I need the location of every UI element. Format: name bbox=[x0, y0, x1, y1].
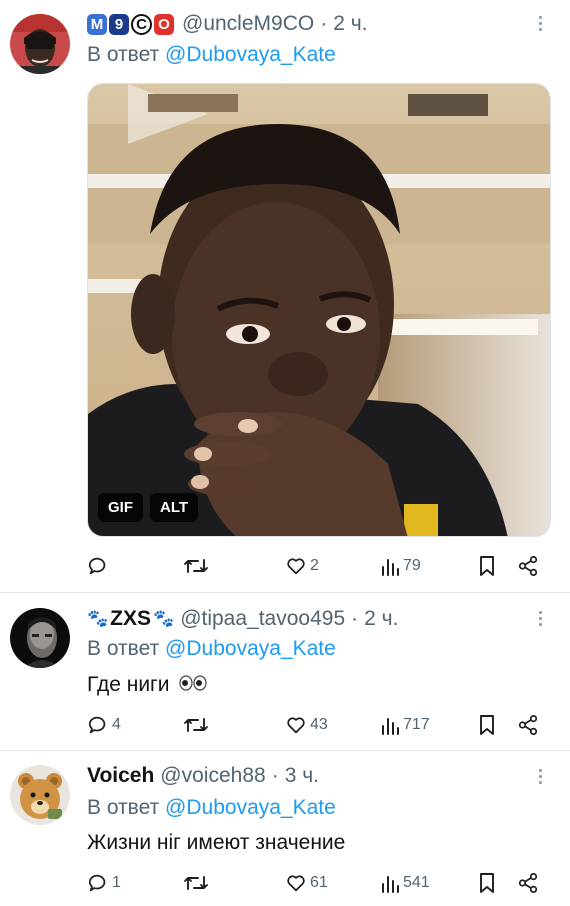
more-icon[interactable] bbox=[536, 16, 544, 31]
reply-button[interactable]: 1 bbox=[87, 868, 121, 898]
share-button[interactable] bbox=[517, 551, 539, 581]
bookmark-button[interactable] bbox=[477, 868, 497, 898]
badge-m: M bbox=[87, 13, 107, 35]
avatar[interactable] bbox=[10, 608, 70, 668]
bookmark-icon bbox=[480, 715, 494, 735]
like-icon bbox=[287, 875, 305, 892]
bookmark-button[interactable] bbox=[477, 551, 497, 581]
bookmark-icon bbox=[480, 556, 494, 576]
paw-icon: 🐾 bbox=[153, 609, 175, 628]
meme-gif-image bbox=[88, 84, 550, 536]
tweet[interactable]: Voiceh @voiceh88 · 3 ч. В ответ @Dubovay… bbox=[0, 751, 570, 906]
tweet[interactable]: 🐾 ZXS 🐾 @tipaa_tavoo495 · 2 ч. В ответ @… bbox=[0, 593, 570, 750]
bookmark-button[interactable] bbox=[477, 710, 497, 740]
display-name[interactable]: ZXS bbox=[110, 607, 151, 631]
like-button[interactable]: 61 bbox=[285, 868, 328, 898]
reply-context: В ответ @Dubovaya_Kate bbox=[87, 43, 336, 67]
badge-c: C bbox=[131, 13, 152, 35]
display-name[interactable]: Voiceh bbox=[87, 764, 154, 788]
retweet-button[interactable] bbox=[183, 551, 212, 581]
timestamp[interactable]: 2 ч. bbox=[333, 12, 367, 36]
reply-prefix: В ответ bbox=[87, 796, 160, 819]
reply-mention-link[interactable]: @Dubovaya_Kate bbox=[165, 796, 336, 819]
separator-dot: · bbox=[271, 764, 279, 787]
like-count: 2 bbox=[310, 557, 319, 574]
handle[interactable]: @tipaa_tavoo495 bbox=[180, 607, 345, 631]
tweet-header: M 9 C O @uncleM9CO · 2 ч. bbox=[87, 10, 368, 38]
tweet-actions: 2 79 bbox=[87, 551, 547, 581]
views-count: 541 bbox=[403, 874, 430, 891]
reply-count: 4 bbox=[112, 716, 121, 733]
eyes-emoji-icon bbox=[179, 673, 207, 697]
share-icon bbox=[518, 872, 538, 894]
reply-button[interactable] bbox=[87, 551, 112, 581]
like-icon bbox=[287, 558, 305, 575]
reply-icon bbox=[88, 716, 106, 734]
reply-prefix: В ответ bbox=[87, 637, 160, 660]
gif-media[interactable]: GIF ALT bbox=[87, 83, 551, 537]
share-button[interactable] bbox=[517, 868, 539, 898]
retweet-button[interactable] bbox=[183, 710, 212, 740]
reply-button[interactable]: 4 bbox=[87, 710, 121, 740]
reply-icon bbox=[88, 874, 106, 892]
tweet[interactable]: M 9 C O @uncleM9CO · 2 ч. В ответ @Dubov… bbox=[0, 0, 570, 592]
views-button[interactable]: 541 bbox=[380, 868, 430, 898]
retweet-icon bbox=[184, 876, 208, 890]
tweet-actions: 4 43 717 bbox=[87, 710, 547, 740]
name-badges[interactable]: M 9 C O bbox=[87, 13, 176, 35]
tweet-text: Где ниги bbox=[87, 673, 207, 697]
timestamp[interactable]: 3 ч. bbox=[285, 764, 319, 788]
badge-o: O bbox=[154, 13, 174, 35]
share-icon bbox=[518, 714, 538, 736]
reply-count: 1 bbox=[112, 874, 121, 891]
alt-button[interactable]: ALT bbox=[150, 493, 199, 522]
handle[interactable]: @uncleM9CO bbox=[182, 12, 314, 36]
views-icon bbox=[382, 718, 399, 735]
views-icon bbox=[382, 876, 399, 893]
reply-prefix: В ответ bbox=[87, 43, 160, 66]
avatar-image bbox=[10, 765, 70, 825]
retweet-button[interactable] bbox=[183, 868, 212, 898]
avatar[interactable] bbox=[10, 14, 70, 74]
tweet-text-content: Где ниги bbox=[87, 673, 170, 696]
reply-mention-link[interactable]: @Dubovaya_Kate bbox=[165, 637, 336, 660]
retweet-icon bbox=[184, 718, 208, 732]
separator-dot: · bbox=[320, 12, 328, 35]
like-count: 61 bbox=[310, 874, 328, 891]
like-button[interactable]: 2 bbox=[285, 551, 319, 581]
separator-dot: · bbox=[351, 607, 359, 630]
share-button[interactable] bbox=[517, 710, 539, 740]
timestamp[interactable]: 2 ч. bbox=[364, 607, 398, 631]
reply-context: В ответ @Dubovaya_Kate bbox=[87, 796, 336, 820]
bookmark-icon bbox=[480, 873, 494, 893]
views-icon bbox=[382, 559, 399, 576]
tweet-text: Жизни ніг имеют значение bbox=[87, 831, 346, 854]
reply-context: В ответ @Dubovaya_Kate bbox=[87, 637, 336, 661]
badge-9: 9 bbox=[109, 13, 129, 35]
views-button[interactable]: 717 bbox=[380, 710, 430, 740]
reply-mention-link[interactable]: @Dubovaya_Kate bbox=[165, 43, 336, 66]
like-count: 43 bbox=[310, 716, 328, 733]
more-icon[interactable] bbox=[536, 769, 544, 784]
retweet-icon bbox=[184, 559, 208, 573]
tweet-header: 🐾 ZXS 🐾 @tipaa_tavoo495 · 2 ч. bbox=[87, 605, 398, 633]
like-icon bbox=[287, 717, 305, 734]
avatar[interactable] bbox=[10, 765, 70, 825]
avatar-image bbox=[10, 14, 70, 74]
like-button[interactable]: 43 bbox=[285, 710, 328, 740]
tweet-header: Voiceh @voiceh88 · 3 ч. bbox=[87, 762, 319, 790]
views-count: 717 bbox=[403, 716, 430, 733]
avatar-image bbox=[10, 608, 70, 668]
reply-icon bbox=[88, 557, 106, 575]
more-icon[interactable] bbox=[536, 611, 544, 626]
views-count: 79 bbox=[403, 557, 421, 574]
tweet-actions: 1 61 541 bbox=[87, 868, 547, 898]
gif-label: GIF bbox=[98, 493, 143, 522]
paw-icon: 🐾 bbox=[87, 609, 109, 628]
share-icon bbox=[518, 555, 538, 577]
views-button[interactable]: 79 bbox=[380, 551, 421, 581]
handle[interactable]: @voiceh88 bbox=[160, 764, 265, 788]
